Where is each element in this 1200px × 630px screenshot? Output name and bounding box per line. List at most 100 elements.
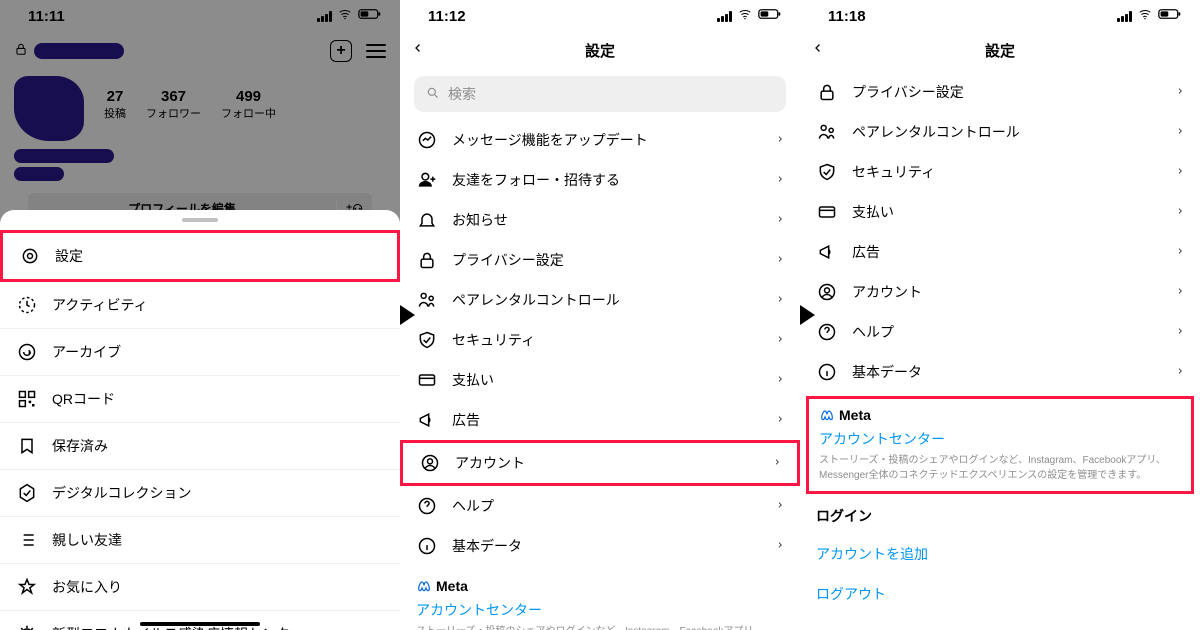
status-time: 11:12 [428, 8, 466, 25]
chevron-right-icon [1176, 84, 1184, 101]
row-payment[interactable]: 支払い [800, 192, 1200, 232]
home-indicator[interactable] [140, 622, 260, 626]
status-bar: 11:11 [0, 0, 400, 28]
profile-header: + 27投稿 367フォロワー 499フォロー中 プロフィールを編集 ⁺⚇ [0, 28, 400, 232]
row-help[interactable]: ヘルプ [800, 312, 1200, 352]
menu-item-favorites[interactable]: お気に入り [0, 564, 400, 611]
chevron-right-icon [773, 455, 781, 472]
battery-icon [358, 7, 382, 25]
wifi-icon [736, 7, 754, 25]
login-section: ログイン アカウントを追加 ログアウト [800, 494, 1200, 626]
row-notifications[interactable]: お知らせ [400, 200, 800, 240]
account-icon [419, 453, 441, 473]
status-icons [717, 7, 782, 25]
login-header: ログイン [816, 506, 1184, 526]
row-parental[interactable]: ペアレンタルコントロール [400, 280, 800, 320]
row-privacy[interactable]: プライバシー設定 [400, 240, 800, 280]
accounts-center-link[interactable]: アカウントセンター [819, 429, 1181, 449]
profile-stats: 27投稿 367フォロワー 499フォロー中 [104, 88, 276, 121]
battery-icon [758, 7, 782, 25]
row-parental[interactable]: ペアレンタルコントロール [800, 112, 1200, 152]
logout-link[interactable]: ログアウト [816, 574, 1184, 614]
stat-following[interactable]: 499フォロー中 [221, 88, 276, 121]
row-account[interactable]: アカウント [800, 272, 1200, 312]
meta-description: ストーリーズ・投稿のシェアやログインなど、Instagram、Facebookア… [819, 453, 1181, 483]
menu-item-covid[interactable]: 新型コロナウイルス感染症情報センター [0, 611, 400, 630]
status-time: 11:18 [828, 8, 866, 25]
row-help[interactable]: ヘルプ [400, 486, 800, 526]
row-label: セキュリティ [852, 162, 1162, 182]
row-security[interactable]: セキュリティ [800, 152, 1200, 192]
wifi-icon [336, 7, 354, 25]
row-privacy[interactable]: プライバシー設定 [800, 72, 1200, 112]
row-ads[interactable]: 広告 [800, 232, 1200, 272]
chevron-right-icon [776, 412, 784, 429]
row-payment[interactable]: 支払い [400, 360, 800, 400]
accounts-center-link[interactable]: アカウントセンター [416, 600, 784, 620]
info-icon [416, 536, 438, 556]
nav-bar: 設定 [800, 28, 1200, 72]
chevron-right-icon [776, 252, 784, 269]
menu-item-digital[interactable]: デジタルコレクション [0, 470, 400, 517]
row-about[interactable]: 基本データ [400, 526, 800, 566]
meta-section[interactable]: Meta アカウントセンター ストーリーズ・投稿のシェアやログインなど、Inst… [806, 396, 1194, 494]
add-account-link[interactable]: アカウントを追加 [816, 534, 1184, 574]
menu-label: アクティビティ [52, 295, 148, 315]
qr-icon [16, 389, 38, 409]
step-arrow-icon [800, 290, 820, 345]
row-label: アカウント [455, 453, 759, 473]
row-label: お知らせ [452, 210, 762, 230]
bell-icon [416, 210, 438, 230]
list-icon [16, 530, 38, 550]
new-post-button[interactable]: + [330, 40, 352, 62]
row-ads[interactable]: 広告 [400, 400, 800, 440]
chevron-right-icon [1176, 124, 1184, 141]
menu-item-archive[interactable]: アーカイブ [0, 329, 400, 376]
row-label: 広告 [452, 410, 762, 430]
menu-item-saved[interactable]: 保存済み [0, 423, 400, 470]
signal-icon [1117, 11, 1132, 22]
meta-logo: Meta [416, 578, 784, 594]
chevron-right-icon [1176, 204, 1184, 221]
back-button[interactable] [412, 38, 424, 63]
menu-label: アーカイブ [52, 342, 121, 362]
chevron-right-icon [776, 132, 784, 149]
meta-section: Meta アカウントセンター ストーリーズ・投稿のシェアやログインなど、Inst… [400, 566, 800, 630]
parental-icon [816, 122, 838, 142]
sheet-handle[interactable] [182, 218, 218, 222]
shield-icon [816, 162, 838, 182]
info-icon [816, 362, 838, 382]
row-messenger[interactable]: メッセージ機能をアップデート [400, 120, 800, 160]
status-icons [317, 7, 382, 25]
row-label: 友達をフォロー・招待する [452, 170, 762, 190]
row-account[interactable]: アカウント [400, 440, 800, 486]
row-security[interactable]: セキュリティ [400, 320, 800, 360]
menu-label: 設定 [55, 246, 83, 266]
messenger-icon [416, 130, 438, 150]
chevron-right-icon [776, 538, 784, 555]
stat-posts[interactable]: 27投稿 [104, 88, 126, 121]
row-about[interactable]: 基本データ [800, 352, 1200, 392]
menu-item-activity[interactable]: アクティビティ [0, 282, 400, 329]
row-follow-invite[interactable]: 友達をフォロー・招待する [400, 160, 800, 200]
meta-logo: Meta [819, 407, 1181, 423]
search-field[interactable]: 検索 [414, 76, 786, 112]
stat-followers[interactable]: 367フォロワー [146, 88, 201, 121]
screenshot-2: 11:12 設定 検索 メッセージ機能をアップデート 友達をフォロー・招待する … [400, 0, 800, 630]
avatar-redacted [14, 76, 84, 141]
menu-item-settings[interactable]: 設定 [0, 230, 400, 282]
menu-button[interactable] [366, 44, 386, 58]
bio-redacted-2 [14, 167, 64, 181]
chevron-right-icon [776, 332, 784, 349]
back-button[interactable] [812, 38, 824, 63]
card-icon [416, 370, 438, 390]
menu-item-close-friends[interactable]: 親しい友達 [0, 517, 400, 564]
lock-icon [816, 82, 838, 102]
battery-icon [1158, 7, 1182, 25]
menu-item-qr[interactable]: QRコード [0, 376, 400, 423]
status-bar: 11:12 [400, 0, 800, 28]
menu-label: QRコード [52, 389, 115, 409]
chevron-right-icon [776, 172, 784, 189]
row-label: プライバシー設定 [852, 82, 1162, 102]
row-label: プライバシー設定 [452, 250, 762, 270]
